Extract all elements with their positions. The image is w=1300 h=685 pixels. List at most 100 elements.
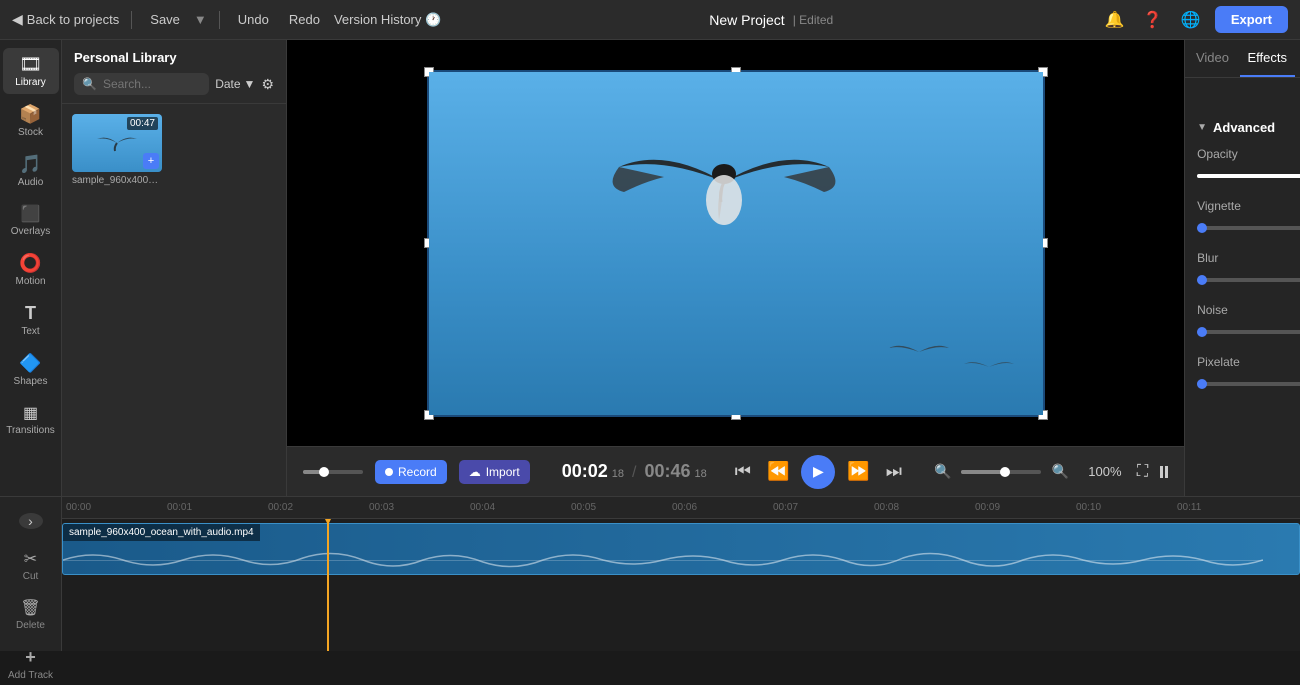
ruler-mark-1: 00:01	[167, 502, 268, 513]
search-row: 🔍 Date ▼ ⚙	[74, 73, 274, 95]
clip-waveform	[63, 546, 1263, 574]
zoom-in-button[interactable]: 🔍	[1047, 459, 1072, 484]
delete-icon: 🗑	[20, 598, 40, 618]
ruler-mark-8: 00:08	[874, 502, 975, 513]
redo-button[interactable]: Redo	[283, 10, 326, 29]
time-separator: /	[632, 464, 636, 482]
opacity-label: Opacity	[1197, 147, 1238, 161]
noise-label: Noise	[1197, 303, 1228, 317]
save-dropdown-icon[interactable]: ▼	[194, 12, 207, 27]
sidebar-item-motion[interactable]: ⭕ Motion	[3, 247, 59, 293]
timeline: › ✂ Cut 🗑 Delete + Add Track 00:00 00:01…	[0, 496, 1300, 651]
zoom-out-button[interactable]: 🔍	[930, 459, 955, 484]
fullscreen-button[interactable]: ⛶	[1137, 463, 1148, 481]
opacity-property: Opacity 100 ↺	[1197, 147, 1300, 185]
undo-button[interactable]: Undo	[232, 10, 275, 29]
effects-panel-content: ▼ Advanced Opacity 100 ↺	[1185, 78, 1300, 496]
notifications-button[interactable]: 🔔	[1101, 6, 1129, 34]
sidebar-label-audio: Audio	[18, 177, 44, 188]
help-button[interactable]: ❓	[1139, 6, 1167, 34]
back-icon: ◀	[12, 11, 23, 28]
record-button[interactable]: Record	[375, 460, 447, 484]
pause-bar-2	[1165, 466, 1168, 478]
edited-status: | Edited	[793, 13, 833, 27]
thumbnail-add-icon[interactable]: +	[143, 153, 159, 169]
vignette-slider[interactable]	[1197, 226, 1300, 230]
import-button[interactable]: ☁ Import	[459, 460, 530, 484]
thumbnail-image: 00:47 +	[72, 114, 162, 172]
sidebar-label-motion: Motion	[15, 276, 45, 287]
cut-tool[interactable]: ✂ Cut	[19, 545, 43, 586]
zoom-thumb	[1000, 467, 1010, 477]
ruler-mark-2: 00:02	[268, 502, 369, 513]
opacity-slider[interactable]	[1197, 174, 1300, 178]
text-icon: T	[25, 303, 36, 324]
vignette-label: Vignette	[1197, 199, 1241, 213]
noise-slider-row: ↺	[1197, 323, 1300, 341]
rewind-button[interactable]: ⏪	[763, 457, 793, 486]
sidebar-item-overlays[interactable]: ⬛ Overlays	[3, 198, 59, 243]
volume-thumb	[319, 467, 329, 477]
playhead[interactable]	[327, 519, 329, 651]
tab-effects[interactable]: Effects	[1240, 40, 1295, 77]
tab-video[interactable]: Video	[1185, 40, 1240, 77]
ruler-marks: 00:00 00:01 00:02 00:03 00:04 00:05 00:0…	[66, 502, 1296, 513]
noise-thumb	[1197, 327, 1207, 337]
main-content: 🎞 Library 📦 Stock 🎵 Audio ⬛ Overlays ⭕ M…	[0, 40, 1300, 496]
expand-button[interactable]: ›	[19, 513, 43, 529]
blur-slider[interactable]	[1197, 278, 1300, 282]
fast-forward-button[interactable]: ⏩	[843, 457, 873, 486]
version-history-button[interactable]: Version History 🕐	[334, 12, 442, 28]
total-time: 00:46	[644, 461, 690, 482]
timeline-clip[interactable]: sample_960x400_ocean_with_audio.mp4	[62, 523, 1300, 575]
divider-2	[219, 11, 220, 29]
search-box[interactable]: 🔍	[74, 73, 209, 95]
sidebar-item-library[interactable]: 🎞 Library	[3, 48, 59, 94]
noise-property: Noise 0 ↺	[1197, 303, 1300, 341]
pause-indicator	[1160, 466, 1168, 478]
back-button[interactable]: ◀ Back to projects	[12, 11, 119, 28]
language-button[interactable]: 🌐	[1177, 6, 1205, 34]
date-filter-button[interactable]: Date ▼	[215, 77, 255, 91]
play-button[interactable]: ▶	[801, 455, 835, 489]
advanced-section-header[interactable]: ▼ Advanced	[1197, 120, 1300, 135]
vignette-label-row: Vignette 0	[1197, 199, 1300, 213]
zoom-slider[interactable]	[961, 470, 1041, 474]
add-track-icon: +	[25, 647, 36, 668]
sidebar-item-shapes[interactable]: 🔷 Shapes	[3, 347, 59, 393]
skip-to-end-button[interactable]: ⏭	[882, 457, 906, 486]
clip-label: sample_960x400_ocean_with_audio.mp4	[63, 524, 260, 541]
list-item[interactable]: 00:47 + sample_960x400_...	[72, 114, 162, 186]
ruler-mark-3: 00:03	[369, 502, 470, 513]
sidebar-item-text[interactable]: T Text	[3, 297, 59, 343]
ruler-mark-9: 00:09	[975, 502, 1076, 513]
divider-1	[131, 11, 132, 29]
advanced-section-title: Advanced	[1213, 120, 1275, 135]
timeline-main: 00:00 00:01 00:02 00:03 00:04 00:05 00:0…	[62, 497, 1300, 651]
skip-to-start-button[interactable]: ⏮	[731, 457, 755, 486]
volume-slider[interactable]	[303, 470, 363, 474]
save-button[interactable]: Save	[144, 10, 186, 29]
cloud-icon: ☁	[469, 465, 481, 479]
date-chevron-icon: ▼	[244, 77, 256, 91]
delete-tool[interactable]: 🗑 Delete	[12, 594, 49, 635]
pixelate-label-row: Pixelate 0	[1197, 355, 1300, 369]
sidebar-label-stock: Stock	[18, 127, 43, 138]
search-input[interactable]	[103, 77, 201, 91]
pixelate-slider[interactable]	[1197, 382, 1300, 386]
time-display: 00:02 18 / 00:46 18	[562, 461, 707, 482]
topbar-center: New Project | Edited	[450, 12, 1093, 28]
transitions-icon: ▦	[23, 403, 38, 423]
ruler-mark-7: 00:07	[773, 502, 874, 513]
export-button[interactable]: Export	[1215, 6, 1288, 33]
filter-button[interactable]: ⚙	[261, 76, 274, 93]
noise-slider[interactable]	[1197, 330, 1300, 334]
sidebar-item-transitions[interactable]: ▦ Transitions	[3, 397, 59, 442]
sidebar-item-audio[interactable]: 🎵 Audio	[3, 148, 59, 194]
sidebar-label-text: Text	[21, 326, 39, 337]
sidebar-item-stock[interactable]: 📦 Stock	[3, 98, 59, 144]
add-track-tool[interactable]: + Add Track	[4, 643, 57, 685]
tab-color[interactable]: Color	[1295, 40, 1300, 77]
thumbnail-name: sample_960x400_...	[72, 175, 162, 186]
overlays-icon: ⬛	[21, 204, 41, 224]
